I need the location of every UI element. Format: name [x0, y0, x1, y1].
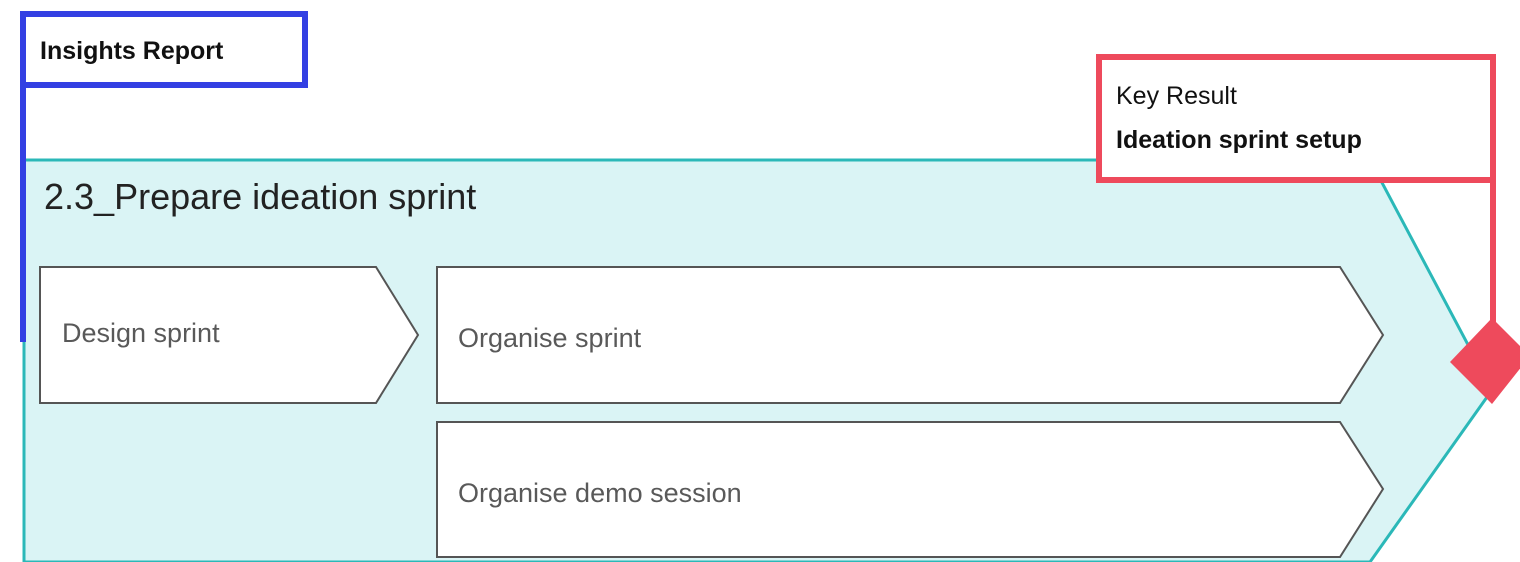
phase-title: 2.3_Prepare ideation sprint: [44, 176, 477, 217]
step-design-sprint-label: Design sprint: [62, 318, 220, 348]
key-result-caption: Key Result: [1116, 82, 1237, 110]
step-organise-demo-session-label: Organise demo session: [458, 478, 742, 508]
process-diagram: [20, 11, 1520, 562]
step-organise-sprint-label: Organise sprint: [458, 323, 642, 353]
insights-report-label: Insights Report: [40, 37, 224, 65]
key-result-title: Ideation sprint setup: [1116, 126, 1362, 154]
key-result-box[interactable]: [1096, 54, 1496, 183]
